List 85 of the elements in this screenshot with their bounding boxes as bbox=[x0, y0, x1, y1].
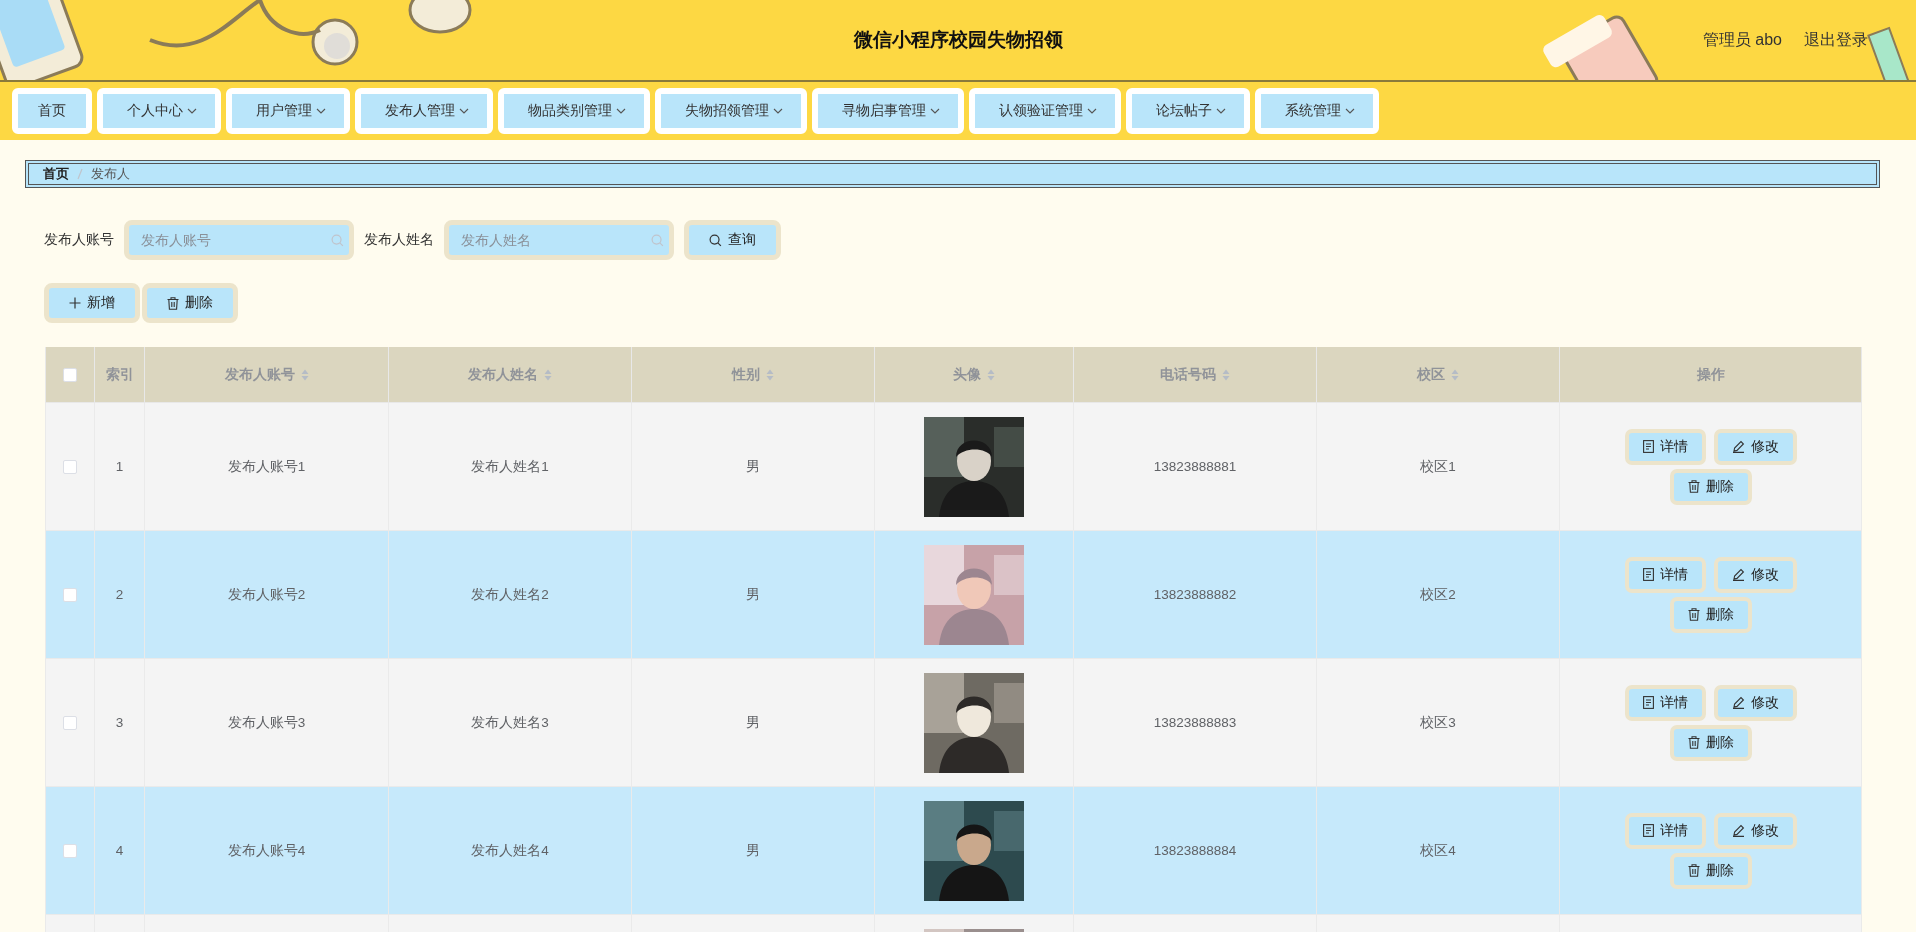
pencil-icon bbox=[1731, 696, 1745, 709]
logout-link[interactable]: 退出登录 bbox=[1804, 30, 1868, 51]
breadcrumb-current: 发布人 bbox=[91, 165, 130, 183]
table-cell: 男 bbox=[746, 586, 760, 602]
search-field[interactable]: 发布人账号 bbox=[124, 220, 354, 260]
field-label: 发布人姓名 bbox=[364, 231, 434, 249]
edit-button[interactable]: 修改 bbox=[1713, 684, 1797, 721]
table-cell: 发布人姓名4 bbox=[471, 842, 549, 858]
table-cell: 4 bbox=[115, 843, 124, 858]
search-icon bbox=[331, 233, 344, 247]
trash-icon bbox=[1687, 864, 1700, 877]
search-icon bbox=[651, 233, 664, 247]
pencil-icon bbox=[1731, 568, 1745, 581]
search-button[interactable]: 查询 bbox=[684, 220, 781, 260]
detail-button[interactable]: 详情 bbox=[1624, 812, 1706, 849]
document-icon bbox=[1642, 568, 1654, 581]
table-cell: 校区3 bbox=[1420, 714, 1456, 730]
detail-button[interactable]: 详情 bbox=[1624, 428, 1706, 465]
checkbox[interactable] bbox=[63, 460, 77, 475]
search-input[interactable]: 发布人姓名 bbox=[459, 231, 651, 249]
trash-icon bbox=[167, 296, 179, 310]
plus-icon bbox=[69, 297, 81, 309]
table-cell: 发布人姓名1 bbox=[471, 458, 549, 474]
table-cell: 发布人账号1 bbox=[227, 458, 306, 474]
table-cell: 13823888884 bbox=[1153, 843, 1237, 858]
document-icon bbox=[1642, 824, 1654, 837]
column-header: 操作 bbox=[1696, 365, 1725, 384]
table-cell: 男 bbox=[746, 842, 760, 858]
field-label: 发布人账号 bbox=[44, 231, 114, 249]
nav-menu-item[interactable]: 个人中心 bbox=[97, 88, 221, 134]
checkbox[interactable] bbox=[63, 844, 77, 859]
nav-menu-item[interactable]: 寻物启事管理 bbox=[812, 88, 964, 134]
nav-menu-item[interactable]: 发布人管理 bbox=[355, 88, 493, 134]
edit-button[interactable]: 修改 bbox=[1713, 428, 1797, 465]
detail-button[interactable]: 详情 bbox=[1624, 556, 1706, 593]
delete-button[interactable]: 删除 bbox=[142, 283, 238, 323]
table-cell: 发布人姓名3 bbox=[471, 714, 549, 730]
table-cell: 男 bbox=[746, 458, 760, 474]
table-cell: 13823888881 bbox=[1153, 459, 1237, 474]
nav-menu-item[interactable]: 认领验证管理 bbox=[969, 88, 1121, 134]
column-header: 索引 bbox=[105, 365, 134, 384]
table-cell: 发布人姓名2 bbox=[471, 586, 549, 602]
nav-menu-item[interactable]: 用户管理 bbox=[226, 88, 350, 134]
delete-button[interactable]: 删除 bbox=[1669, 596, 1752, 633]
nav-menu-item[interactable]: 论坛帖子 bbox=[1126, 88, 1250, 134]
nav-menu-item[interactable]: 首页 bbox=[12, 88, 92, 134]
app-title: 微信小程序校园失物招领 bbox=[853, 28, 1063, 52]
search-field[interactable]: 发布人姓名 bbox=[444, 220, 674, 260]
nav-menu-item[interactable]: 物品类别管理 bbox=[498, 88, 650, 134]
trash-icon bbox=[1687, 608, 1700, 621]
search-input[interactable]: 发布人账号 bbox=[139, 231, 331, 249]
table-cell: 发布人账号2 bbox=[227, 586, 306, 602]
pencil-icon bbox=[1731, 440, 1745, 453]
breadcrumb-link[interactable]: 首页 bbox=[43, 165, 69, 183]
document-icon bbox=[1642, 696, 1654, 709]
table-cell: 发布人账号4 bbox=[227, 842, 306, 858]
table-cell: 校区4 bbox=[1420, 842, 1456, 858]
slash-icon bbox=[77, 168, 83, 180]
edit-button[interactable]: 修改 bbox=[1713, 812, 1797, 849]
edit-button[interactable]: 修改 bbox=[1713, 556, 1797, 593]
table-cell: 1 bbox=[115, 459, 124, 474]
checkbox[interactable] bbox=[63, 368, 77, 383]
pencil-icon bbox=[1731, 824, 1745, 837]
table-cell: 校区1 bbox=[1420, 458, 1456, 474]
table-cell: 男 bbox=[746, 714, 760, 730]
table-cell: 2 bbox=[115, 587, 124, 602]
delete-button[interactable]: 删除 bbox=[1669, 852, 1752, 889]
delete-button[interactable]: 删除 bbox=[1669, 724, 1752, 761]
table-cell: 3 bbox=[115, 715, 124, 730]
search-icon bbox=[709, 233, 722, 247]
table-cell: 13823888883 bbox=[1153, 715, 1237, 730]
nav-menu-item[interactable]: 失物招领管理 bbox=[655, 88, 807, 134]
checkbox[interactable] bbox=[63, 588, 77, 603]
table-cell: 校区2 bbox=[1420, 586, 1456, 602]
trash-icon bbox=[1687, 736, 1700, 749]
detail-button[interactable]: 详情 bbox=[1624, 684, 1706, 721]
nav-menu-item[interactable]: 系统管理 bbox=[1255, 88, 1379, 134]
table-cell: 发布人账号3 bbox=[227, 714, 306, 730]
add-button[interactable]: 新增 bbox=[44, 283, 140, 323]
checkbox[interactable] bbox=[63, 716, 77, 731]
trash-icon bbox=[1687, 480, 1700, 493]
document-icon bbox=[1642, 440, 1654, 453]
admin-name: 管理员 abo bbox=[1702, 30, 1782, 50]
table-cell: 13823888882 bbox=[1153, 587, 1237, 602]
delete-button[interactable]: 删除 bbox=[1669, 468, 1752, 505]
